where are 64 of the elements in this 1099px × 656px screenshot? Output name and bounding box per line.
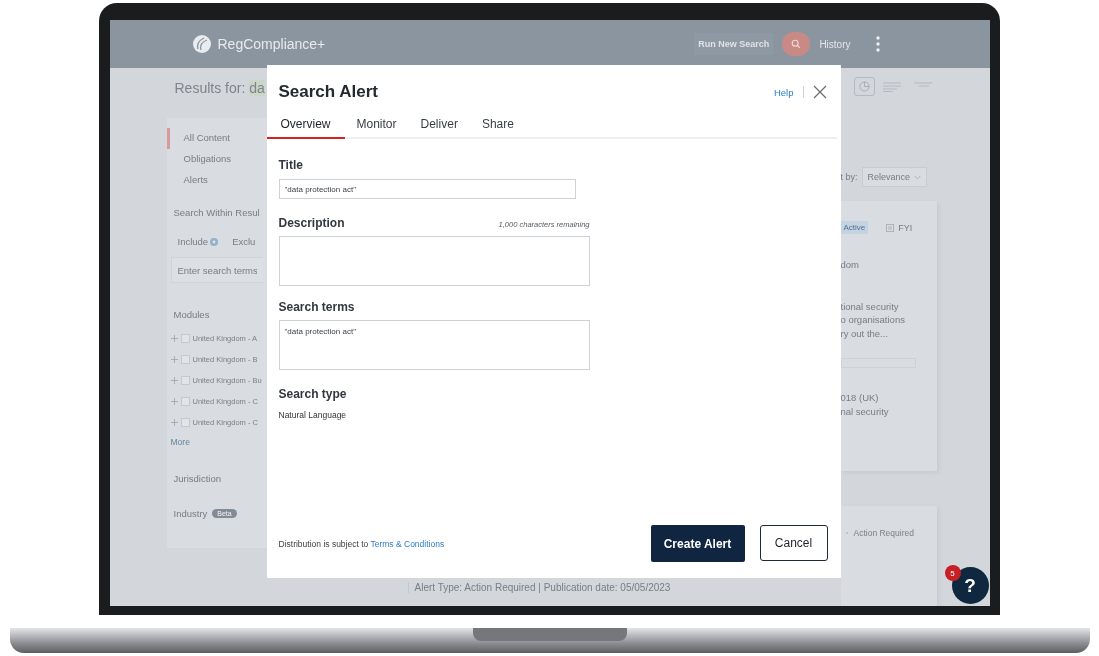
content-type-item[interactable]: Obligations: [166, 149, 267, 170]
field-value: Natural Language: [278, 410, 348, 420]
text-area[interactable]: "data protection act": [278, 320, 590, 370]
status-label: Action Required: [853, 528, 914, 538]
text-area[interactable]: [278, 236, 590, 286]
app-logo: RegCompliance+: [217, 36, 326, 52]
checkbox[interactable]: [180, 376, 190, 385]
pie-chart-icon: [858, 81, 870, 92]
summary-text: tional security: [840, 299, 900, 313]
sort-label: t by:: [840, 172, 858, 182]
cancel-button[interactable]: Cancel: [759, 525, 828, 561]
field-label: Description: [278, 216, 345, 230]
tab[interactable]: Deliver: [408, 110, 470, 139]
summary-text: ry out the...: [840, 326, 890, 340]
type-label: FYI: [898, 222, 913, 233]
checkbox[interactable]: [180, 334, 190, 343]
plus-icon[interactable]: [170, 419, 178, 426]
card-text: dom: [840, 258, 860, 272]
section-heading: Modules: [173, 309, 211, 320]
notification-badge: 5: [944, 565, 961, 581]
plus-icon[interactable]: [170, 335, 178, 342]
plus-icon[interactable]: [170, 356, 178, 363]
dialog-title: Search Alert: [278, 82, 379, 102]
title-input[interactable]: "data protection act": [278, 179, 576, 199]
related-text: nal security: [840, 404, 890, 418]
plus-icon[interactable]: [170, 398, 178, 405]
list-icon: [882, 81, 901, 92]
summary-text: o organisations: [840, 313, 906, 327]
section-heading: Jurisdiction: [173, 473, 223, 484]
chart-view-button[interactable]: [853, 77, 875, 96]
search-button[interactable]: [782, 32, 811, 56]
section-heading: Industry: [173, 508, 208, 519]
plus-icon[interactable]: [170, 377, 178, 384]
field-label: Search type: [278, 387, 347, 401]
document-icon: [886, 223, 895, 232]
search-icon: [791, 39, 802, 49]
sort-dropdown[interactable]: Relevance: [861, 167, 928, 187]
status-badge: Active: [840, 221, 869, 234]
checkbox[interactable]: [180, 418, 190, 427]
field-label: Title: [278, 158, 303, 172]
terms-link[interactable]: Terms & Conditions: [370, 538, 445, 549]
chevron-down-icon: [914, 174, 922, 180]
help-link[interactable]: Help: [773, 86, 794, 98]
include-option[interactable]: Include: [177, 236, 209, 247]
distribution-notice: Distribution is subject to Terms & Conditions: [278, 538, 445, 549]
alert-metadata: Alert Type: Action Required | Publication date: 05/05/2023: [407, 582, 841, 593]
field-label: Search terms: [278, 300, 355, 314]
exclude-option[interactable]: Exclu: [232, 236, 256, 247]
history-link[interactable]: History: [819, 38, 851, 50]
info-icon: [210, 237, 219, 246]
section-heading: Search Within Resul: [173, 207, 261, 218]
content-type-item[interactable]: Alerts: [166, 170, 267, 191]
more-link[interactable]: More: [170, 437, 267, 447]
logo-icon: [191, 34, 212, 54]
checkbox[interactable]: [180, 355, 190, 364]
tab[interactable]: Monitor: [344, 110, 409, 139]
tab[interactable]: Share: [469, 110, 526, 139]
related-text: 018 (UK): [840, 391, 880, 405]
checkbox[interactable]: [180, 397, 190, 406]
tab[interactable]: Overview: [266, 110, 345, 139]
create-alert-button[interactable]: Create Alert: [650, 525, 745, 562]
close-icon[interactable]: [812, 85, 827, 99]
results-heading: Results for: da: [174, 80, 266, 96]
more-menu-icon[interactable]: [875, 36, 880, 52]
